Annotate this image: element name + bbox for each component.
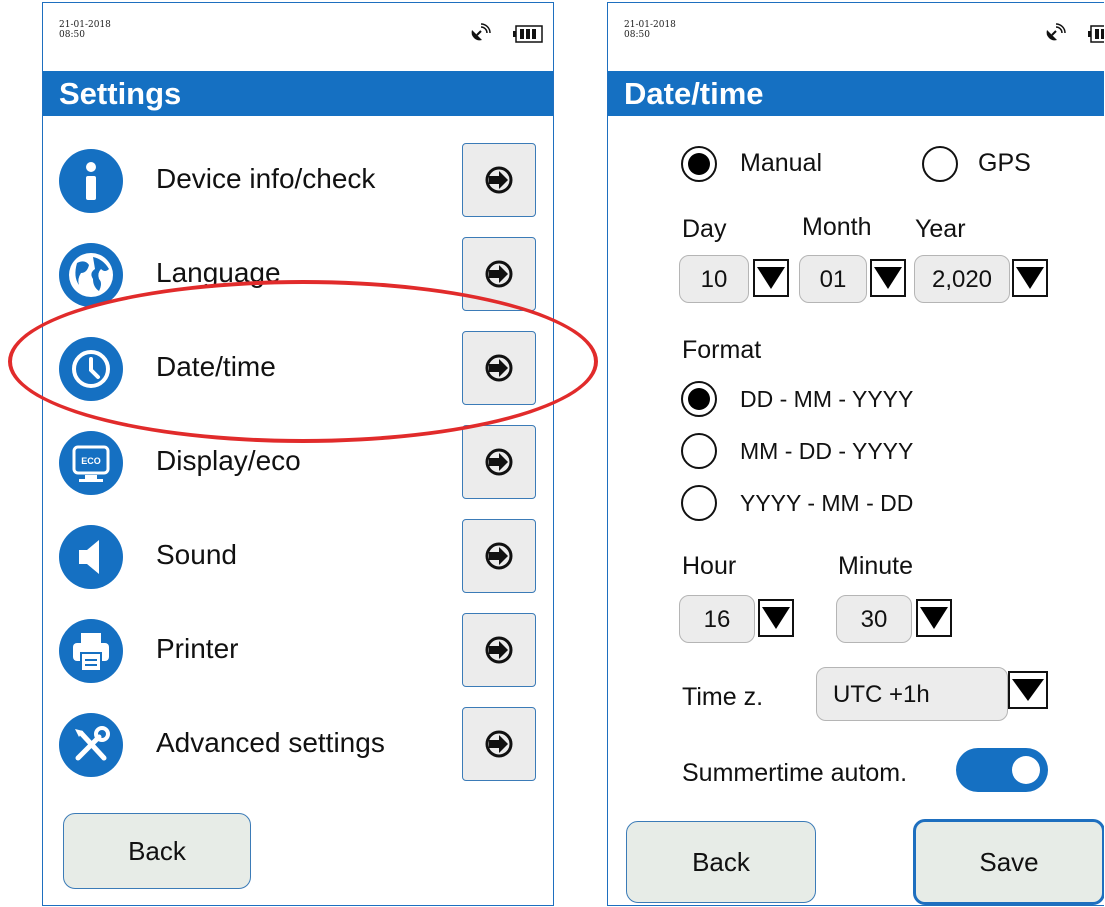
settings-item-date-time[interactable]: Date/time <box>59 331 539 407</box>
arrow-right-icon <box>485 448 513 476</box>
settings-item-label: Advanced settings <box>156 727 385 758</box>
manual-label: Manual <box>740 149 822 177</box>
battery-full-icon <box>513 25 543 43</box>
summertime-toggle[interactable] <box>956 748 1048 792</box>
minute-label: Minute <box>838 552 914 580</box>
day-select[interactable]: 10 <box>679 255 749 303</box>
open-arrow-button[interactable] <box>462 613 536 687</box>
globe-icon <box>59 243 123 307</box>
year-dropdown-button[interactable] <box>1012 259 1048 297</box>
timezone-label: Time z. <box>682 683 764 711</box>
open-arrow-button[interactable] <box>462 331 536 405</box>
info-icon <box>59 149 123 213</box>
chevron-down-icon <box>762 607 790 629</box>
settings-item-sound[interactable]: Sound <box>59 519 539 595</box>
chevron-down-icon <box>1016 267 1044 289</box>
open-arrow-button[interactable] <box>462 237 536 311</box>
settings-item-label: Display/eco <box>156 445 301 476</box>
settings-item-label: Sound <box>156 539 237 570</box>
chevron-down-icon <box>1012 679 1044 701</box>
timezone-select[interactable]: UTC +1h <box>816 667 1008 721</box>
chevron-down-icon <box>920 607 948 629</box>
arrow-right-icon <box>485 730 513 758</box>
clock-icon <box>59 337 123 401</box>
hour-label: Hour <box>682 552 737 580</box>
status-datetime: 21-01-2018 08:50 <box>59 20 111 40</box>
format-option-label: DD - MM - YYYY <box>740 386 914 412</box>
settings-item-label: Printer <box>156 633 239 664</box>
month-select[interactable]: 01 <box>799 255 867 303</box>
back-button[interactable]: Back <box>626 821 816 903</box>
satellite-dish-icon <box>1046 23 1066 41</box>
chevron-down-icon <box>757 267 785 289</box>
format-radio-dd-mm-yyyy[interactable] <box>681 381 717 417</box>
settings-item-advanced[interactable]: Advanced settings <box>59 707 539 783</box>
page-title: Settings <box>43 71 553 116</box>
format-radio-mm-dd-yyyy[interactable] <box>681 433 717 469</box>
settings-item-label: Device info/check <box>156 163 376 194</box>
arrow-right-icon <box>485 542 513 570</box>
arrow-right-icon <box>485 636 513 664</box>
month-dropdown-button[interactable] <box>870 259 906 297</box>
satellite-dish-icon <box>471 23 491 41</box>
date-time-screen: 21-01-2018 08:50 Date/time Manual GPS Da… <box>607 2 1104 906</box>
status-icons <box>1044 23 1104 45</box>
settings-item-language[interactable]: Language <box>59 237 539 313</box>
tools-icon <box>59 713 123 777</box>
summertime-label: Summertime autom. <box>682 759 908 787</box>
hour-dropdown-button[interactable] <box>758 599 794 637</box>
save-button[interactable]: Save <box>913 819 1104 905</box>
manual-radio[interactable] <box>681 146 717 182</box>
arrow-right-icon <box>485 260 513 288</box>
settings-item-printer[interactable]: Printer <box>59 613 539 689</box>
open-arrow-button[interactable] <box>462 707 536 781</box>
settings-item-label: Date/time <box>156 351 276 382</box>
settings-screen: 21-01-2018 08:50 Settings Device info/ch… <box>42 2 554 906</box>
page-title: Date/time <box>608 71 1104 116</box>
gps-radio[interactable] <box>922 146 958 182</box>
arrow-right-icon <box>485 166 513 194</box>
arrow-right-icon <box>485 354 513 382</box>
open-arrow-button[interactable] <box>462 425 536 499</box>
gps-label: GPS <box>978 149 1031 177</box>
back-button[interactable]: Back <box>63 813 251 889</box>
speaker-icon <box>59 525 123 589</box>
status-icons <box>469 23 543 45</box>
day-dropdown-button[interactable] <box>753 259 789 297</box>
open-arrow-button[interactable] <box>462 143 536 217</box>
chevron-down-icon <box>874 267 902 289</box>
settings-item-device-info[interactable]: Device info/check <box>59 143 539 219</box>
printer-icon <box>59 619 123 683</box>
month-label: Month <box>802 213 872 241</box>
format-option-label: YYYY - MM - DD <box>740 490 914 516</box>
format-option-label: MM - DD - YYYY <box>740 438 914 464</box>
minute-dropdown-button[interactable] <box>916 599 952 637</box>
format-label: Format <box>682 336 762 364</box>
year-select[interactable]: 2,020 <box>914 255 1010 303</box>
settings-item-display-eco[interactable]: ECO Display/eco <box>59 425 539 501</box>
open-arrow-button[interactable] <box>462 519 536 593</box>
settings-item-label: Language <box>156 257 281 288</box>
hour-select[interactable]: 16 <box>679 595 755 643</box>
timezone-dropdown-button[interactable] <box>1008 671 1048 709</box>
battery-full-icon <box>1088 25 1104 43</box>
status-datetime: 21-01-2018 08:50 <box>624 20 676 40</box>
year-label: Year <box>915 215 966 243</box>
minute-select[interactable]: 30 <box>836 595 912 643</box>
format-radio-yyyy-mm-dd[interactable] <box>681 485 717 521</box>
day-label: Day <box>682 215 727 243</box>
svg-text:ECO: ECO <box>81 456 101 466</box>
eco-monitor-icon: ECO <box>59 431 123 495</box>
